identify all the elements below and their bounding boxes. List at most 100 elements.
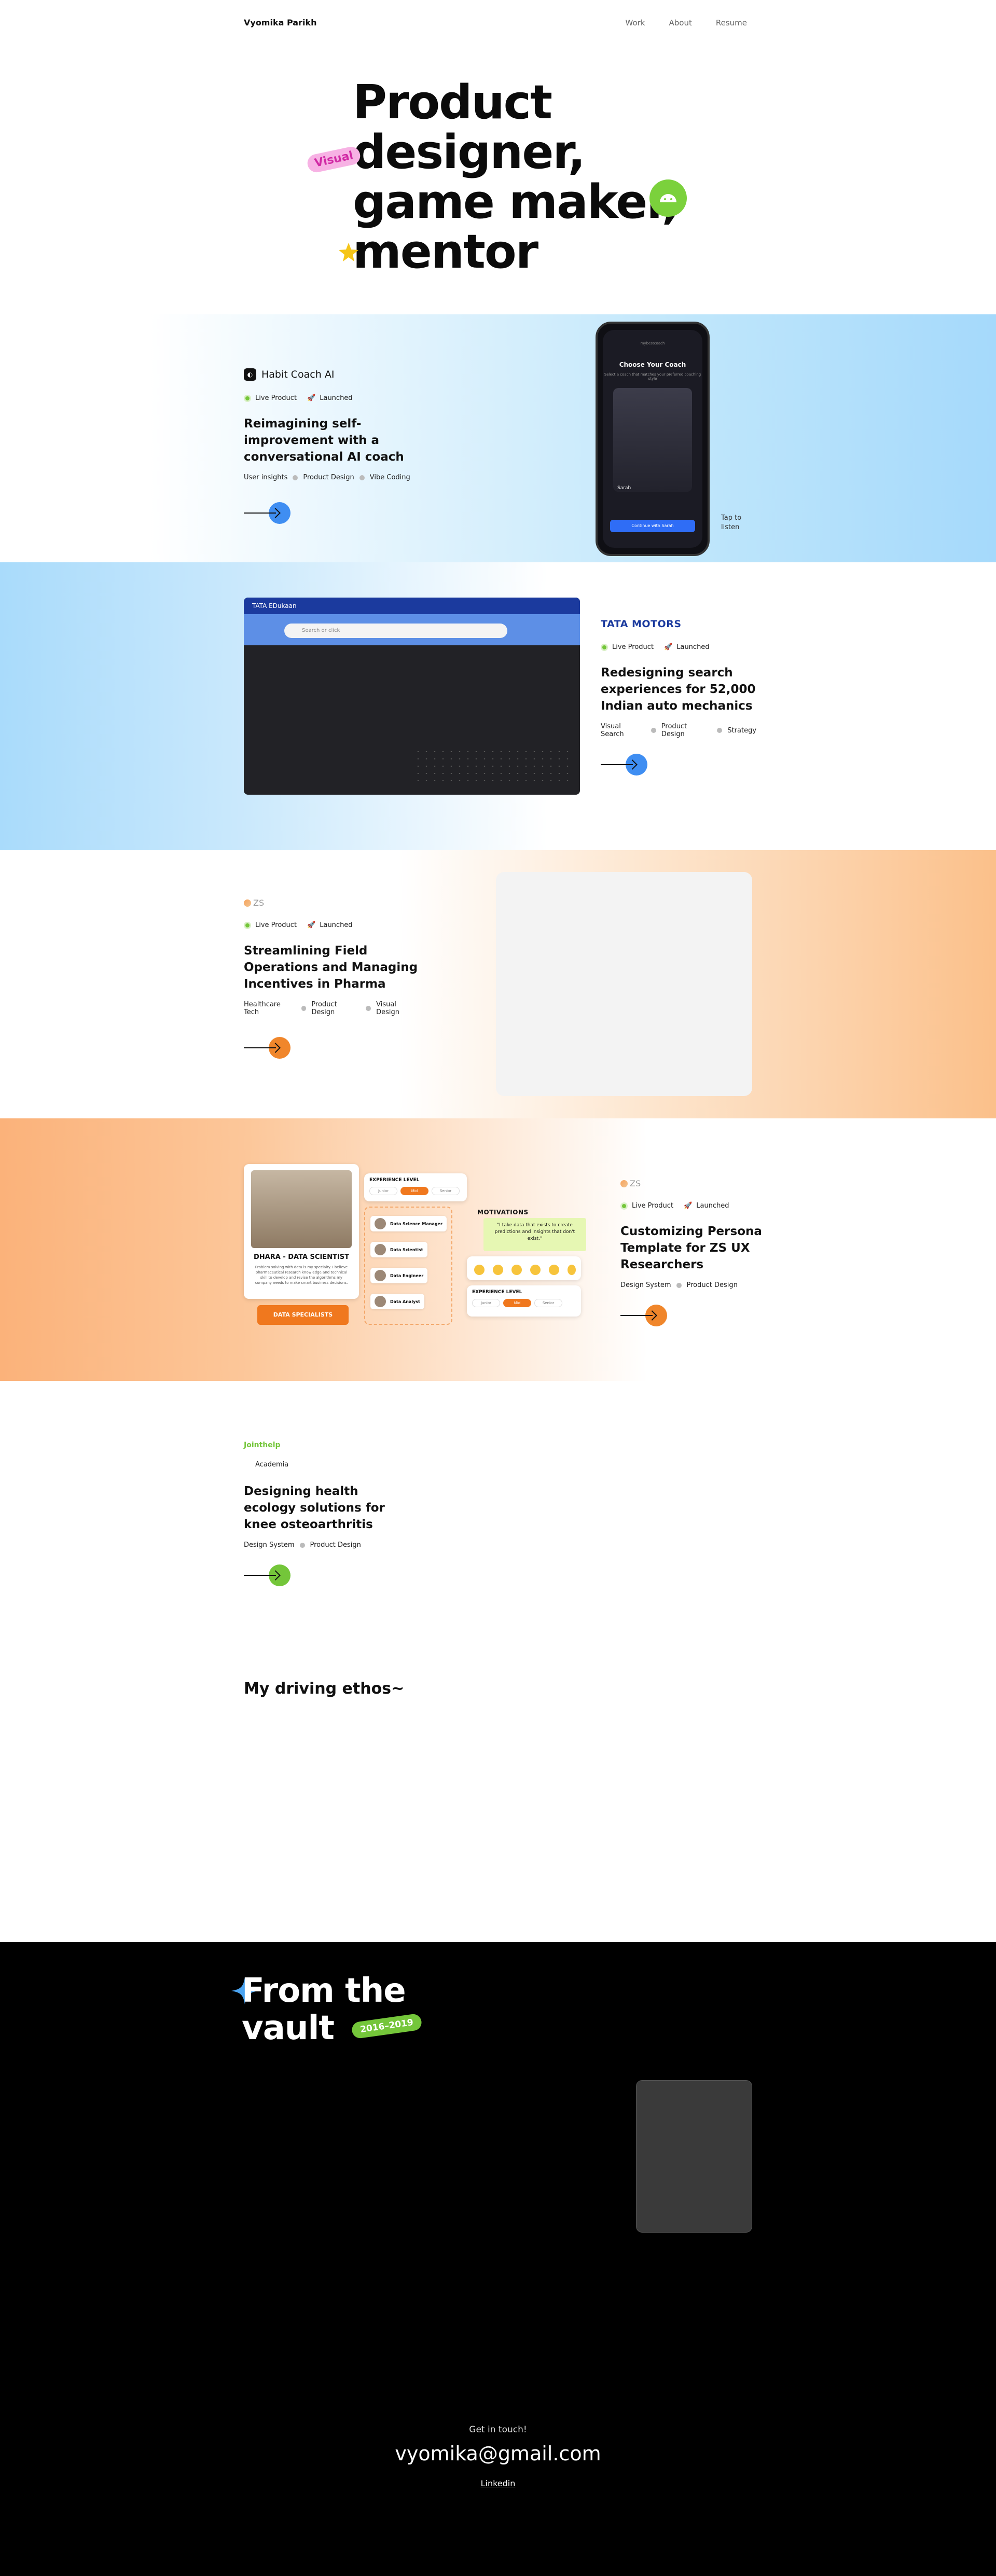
view-project-button[interactable] <box>620 1305 667 1326</box>
view-project-button[interactable] <box>244 502 290 524</box>
avatar <box>375 1244 386 1255</box>
project-info: ZS Live Product 🚀 Launched Customizing Pe… <box>620 1179 786 1326</box>
tata-topbar: TATA EDukaan <box>244 598 580 614</box>
project-tata-motors[interactable]: TATA EDukaan Search or click TATA MOTORS… <box>0 562 996 850</box>
tag: Visual Design <box>376 1001 399 1016</box>
tag: Vibe Coding <box>369 474 410 481</box>
phone-screen: mybestcoach Choose Your Coach Select a c… <box>603 330 702 548</box>
nav-link-resume[interactable]: Resume <box>716 18 747 27</box>
status-launched: 🚀 Launched <box>664 643 710 651</box>
option-pill-selected: Mid <box>400 1187 428 1195</box>
project-zs-pharma[interactable]: ZS Live Product 🚀 Launched Streamlining F… <box>0 850 996 1118</box>
nav-link-work[interactable]: Work <box>626 18 645 27</box>
live-dot-icon <box>601 643 608 651</box>
habit-coach-icon: ◐ <box>244 368 256 381</box>
tag-separator <box>676 1282 682 1288</box>
emoji-scale <box>467 1256 581 1280</box>
vault-footer: From the vault 2016–2019 Get in touch! v… <box>0 1942 996 2576</box>
tag: Strategy <box>727 726 757 735</box>
persona-photo <box>251 1170 352 1248</box>
tag: Healthcare Tech <box>244 1001 281 1016</box>
view-project-button[interactable] <box>244 1564 290 1586</box>
star-icon <box>339 243 358 261</box>
emoji-icon <box>511 1265 522 1275</box>
live-dot-icon <box>620 1202 628 1210</box>
status-live: Live Product <box>601 643 654 651</box>
zs-logo-icon <box>620 1180 628 1187</box>
view-project-button[interactable] <box>244 1037 290 1059</box>
experience-level-card: EXPERIENCE LEVEL Junior Mid Senior <box>364 1173 467 1201</box>
project-info: TATA MOTORS Live Product 🚀 Launched Redes… <box>601 618 756 775</box>
option-pill: Junior <box>369 1187 397 1195</box>
project-info: ZS Live Product 🚀 Launched Streamlining F… <box>244 898 420 1059</box>
role-row: Data Engineer <box>370 1268 428 1283</box>
project-zs-persona[interactable]: DHARA - DATA SCIENTIST Problem solving w… <box>0 1118 996 1381</box>
role-row: Data Analyst <box>370 1294 424 1309</box>
contact-label: Get in touch! <box>469 2425 527 2435</box>
hero-line-1: Product <box>353 75 552 130</box>
persona-name: DHARA - DATA SCIENTIST <box>254 1253 349 1261</box>
project-jointhelp[interactable]: Jointhelp Academia Designing health ecol… <box>0 1381 996 1619</box>
rocket-icon: 🚀 <box>307 921 316 929</box>
company-logo: TATA MOTORS <box>601 618 682 630</box>
tag-separator <box>717 728 723 733</box>
contact-email[interactable]: vyomika@gmail.com <box>0 2442 996 2465</box>
view-project-button[interactable] <box>601 754 647 775</box>
option-pill-selected: Mid <box>503 1299 531 1307</box>
hero-line-4: mentor <box>353 225 538 279</box>
emoji-icon <box>493 1265 503 1275</box>
project-habit-coach[interactable]: ◐ Habit Coach AI Live Product 🚀 Launched … <box>0 314 996 562</box>
linkedin-link[interactable]: Linkedin <box>481 2478 516 2488</box>
coach-name: Sarah <box>617 486 631 491</box>
vault-preview-card[interactable] <box>636 2080 752 2233</box>
brand-name[interactable]: Vyomika Parikh <box>244 18 316 27</box>
tag: User insights <box>244 474 288 481</box>
tag-separator <box>301 1006 307 1011</box>
company-logo: ◐ Habit Coach AI <box>244 368 441 381</box>
project-tags: Design System Product Design <box>620 1281 786 1289</box>
zs-logo-icon <box>244 899 251 907</box>
role-row: Data Scientist <box>370 1242 427 1257</box>
status-live: Live Product <box>244 394 297 402</box>
project-title: Redesigning search experiences for 52,00… <box>601 666 756 713</box>
tag-separator <box>359 475 365 480</box>
tag-separator <box>293 475 298 480</box>
screen-title: Choose Your Coach <box>619 361 686 368</box>
project-tags: Visual Search Product Design Strategy <box>601 723 756 738</box>
continue-button[interactable]: Continue with Sarah <box>610 520 695 532</box>
tag-separator <box>366 1006 371 1011</box>
persona-badge: DATA SPECIALISTS <box>257 1305 349 1325</box>
tap-to-listen-note: Tap to listen <box>721 514 742 531</box>
status-live: Live Product <box>244 921 297 929</box>
coach-image <box>613 388 692 492</box>
emoji-icon <box>530 1265 541 1275</box>
option-pill: Senior <box>534 1299 562 1307</box>
status-launched: 🚀 Launched <box>307 921 353 929</box>
vault-title: From the vault <box>242 1972 406 2047</box>
motivation-quote: "I take data that exists to create predi… <box>483 1218 586 1251</box>
company-logo: Jointhelp <box>244 1441 281 1449</box>
role-row: Data Science Manager <box>370 1216 447 1231</box>
nav-link-about[interactable]: About <box>669 18 692 27</box>
experience-title: EXPERIENCE LEVEL <box>472 1290 522 1295</box>
emoji-icon <box>474 1265 485 1275</box>
tata-brand: TATA EDukaan <box>252 602 297 610</box>
tag: Product Design <box>310 1541 361 1549</box>
tata-edukaan-mockup: TATA EDukaan Search or click <box>244 598 580 795</box>
status-live: Live Product <box>620 1202 673 1210</box>
tag: Product Design <box>661 723 687 738</box>
dot-pattern <box>414 748 570 784</box>
emoji-icon <box>568 1265 576 1275</box>
tag: Product Design <box>303 474 354 481</box>
avatar <box>375 1218 386 1229</box>
avatar <box>375 1270 386 1281</box>
app-header: mybestcoach <box>640 341 665 345</box>
tag-separator <box>651 728 656 733</box>
status-chips: Live Product 🚀 Launched <box>244 921 420 929</box>
hero-line-2: designer, <box>353 125 586 179</box>
status-chips: Live Product 🚀 Launched <box>601 643 756 651</box>
project-info: Jointhelp Academia Designing health ecol… <box>244 1441 399 1586</box>
status-chips: Live Product 🚀 Launched <box>244 394 441 402</box>
linkedin-link-wrap: Linkedin <box>0 2478 996 2488</box>
experience-title: EXPERIENCE LEVEL <box>369 1178 420 1183</box>
